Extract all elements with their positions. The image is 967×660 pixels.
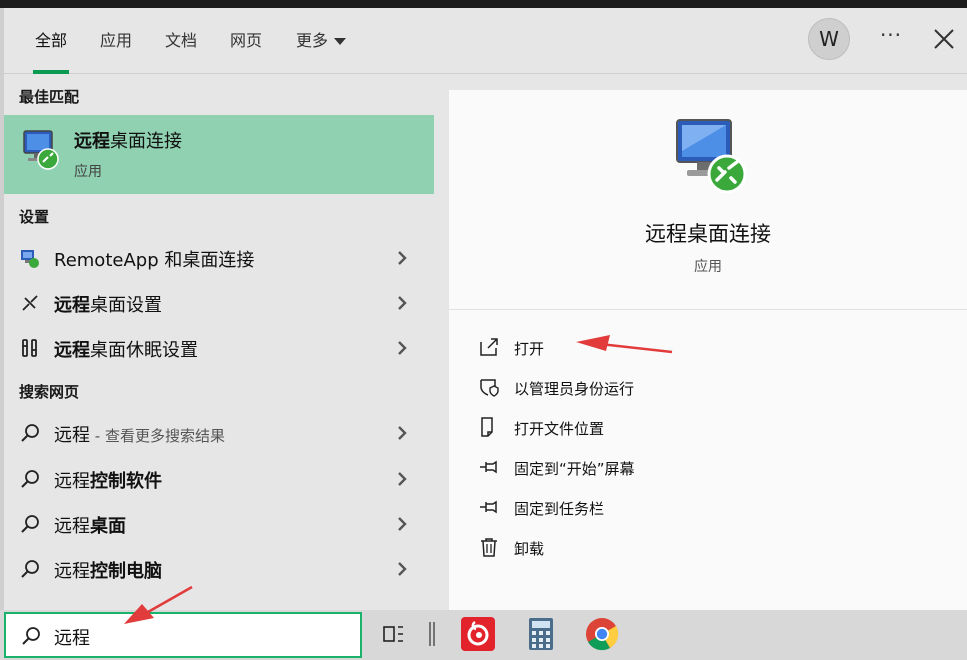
settings-item-label: 远程桌面设置 (54, 295, 162, 316)
calculator-icon[interactable] (523, 616, 559, 652)
settings-item-remoteapp[interactable]: RemoteApp 和桌面连接 (4, 235, 434, 280)
web-item[interactable]: 远程控制电脑 (4, 546, 434, 591)
action-open[interactable]: 打开 (479, 331, 779, 365)
action-open-file-location[interactable]: 打开文件位置 (479, 411, 779, 445)
trash-icon (481, 538, 497, 557)
open-icon (480, 338, 498, 356)
web-item-label: 远程控制电脑 (54, 561, 162, 582)
more-options-button[interactable]: ··· (878, 24, 904, 54)
web-item-label: 远程 - 查看更多搜索结果 (54, 425, 225, 446)
tab-web[interactable]: 网页 (230, 8, 262, 74)
search-icon (22, 627, 40, 645)
pin-icon (480, 460, 497, 474)
best-match-subtitle: 应用 (74, 164, 102, 180)
web-item-label: 远程控制软件 (54, 471, 162, 492)
settings-item-label: 远程桌面休眠设置 (54, 340, 198, 361)
task-view-icon[interactable] (376, 616, 412, 652)
tab-documents[interactable]: 文档 (165, 8, 197, 74)
tab-more[interactable]: 更多 (296, 8, 347, 74)
search-box[interactable]: 远程 (4, 612, 362, 658)
action-uninstall[interactable]: 卸载 (479, 531, 779, 565)
remote-connection-icon (22, 295, 38, 311)
window-top-border (0, 0, 967, 8)
results-list: 最佳匹配 远程桌面连接 应用 设置 RemoteApp 和桌面连接 远程桌面设置 (4, 75, 444, 610)
taskbar-divider-icon (429, 622, 435, 646)
web-item[interactable]: 远程桌面 (4, 501, 434, 546)
chevron-right-icon (398, 251, 407, 265)
pin-icon (480, 500, 497, 514)
detail-subtitle: 应用 (694, 259, 722, 275)
remoteapp-icon (21, 250, 39, 268)
action-label: 以管理员身份运行 (514, 380, 635, 398)
settings-item-remote-desktop-settings[interactable]: 远程桌面设置 (4, 280, 434, 325)
section-settings: 设置 (19, 208, 50, 226)
tab-more-label: 更多 (296, 31, 329, 50)
search-icon (21, 560, 39, 578)
settings-item-label: RemoteApp 和桌面连接 (54, 250, 255, 271)
action-label: 打开文件位置 (514, 420, 605, 438)
best-match-item[interactable]: 远程桌面连接 应用 (4, 115, 434, 194)
search-icon (21, 470, 39, 488)
action-label: 卸载 (514, 540, 545, 558)
action-label: 固定到“开始”屏幕 (514, 460, 635, 478)
chevron-right-icon (398, 341, 407, 355)
sleep-settings-icon (22, 339, 37, 357)
chevron-right-icon (398, 296, 407, 310)
web-item[interactable]: 远程 - 查看更多搜索结果 (4, 410, 434, 455)
action-pin-to-taskbar[interactable]: 固定到任务栏 (479, 491, 779, 525)
action-label: 打开 (514, 340, 545, 358)
chevron-right-icon (398, 517, 407, 531)
settings-item-remote-desktop-sleep[interactable]: 远程桌面休眠设置 (4, 325, 434, 370)
remote-desktop-icon (676, 119, 747, 194)
action-run-as-admin[interactable]: 以管理员身份运行 (479, 371, 779, 405)
action-label: 固定到任务栏 (514, 500, 605, 518)
search-scope-tabs: 全部 应用 文档 网页 更多 W ··· (4, 8, 967, 74)
web-item[interactable]: 远程控制软件 (4, 456, 434, 501)
chevron-right-icon (398, 472, 407, 486)
caret-down-icon (334, 38, 347, 45)
section-web-search: 搜索网页 (19, 383, 80, 401)
detail-title: 远程桌面连接 (645, 222, 771, 246)
chevron-right-icon (398, 426, 407, 440)
search-icon (21, 515, 39, 533)
remote-desktop-icon (23, 130, 59, 170)
file-location-icon (481, 417, 493, 437)
action-pin-to-start[interactable]: 固定到“开始”屏幕 (479, 451, 779, 485)
chrome-icon[interactable] (584, 616, 620, 652)
search-input[interactable]: 远程 (54, 624, 90, 650)
user-avatar[interactable]: W (808, 18, 850, 60)
tab-all[interactable]: 全部 (32, 8, 70, 74)
netease-music-icon[interactable] (460, 616, 496, 652)
search-icon (21, 424, 39, 442)
close-icon[interactable] (932, 27, 956, 51)
detail-header: 远程桌面连接 应用 (449, 90, 967, 310)
web-item-label: 远程桌面 (54, 516, 126, 537)
section-best-match: 最佳匹配 (19, 88, 80, 106)
shield-icon (480, 379, 499, 397)
chevron-right-icon (398, 562, 407, 576)
detail-panel: 远程桌面连接 应用 打开 以管理员身份运行 打开文件位置 固定到“开始”屏幕 固… (449, 90, 967, 610)
best-match-title: 远程桌面连接 (74, 131, 182, 152)
tab-apps[interactable]: 应用 (100, 8, 132, 74)
taskbar: 远程 (0, 610, 967, 660)
